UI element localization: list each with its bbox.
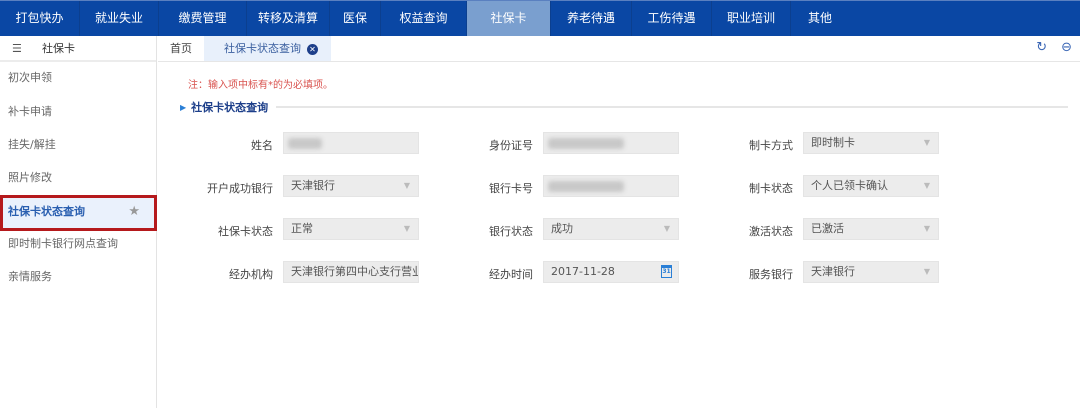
card-field[interactable] (543, 175, 679, 197)
redacted-value (548, 138, 624, 149)
sidebar-item-label: 社保卡状态查询 (8, 205, 85, 218)
time-label: 经办时间 (489, 268, 533, 281)
more-icon[interactable]: ⊖ (1061, 40, 1072, 55)
card-status-value: 个人已领卡确认 (811, 179, 888, 192)
nav-pension[interactable]: 养老待遇 (551, 1, 632, 36)
agency-label: 经办机构 (229, 268, 273, 281)
method-value: 即时制卡 (811, 136, 855, 149)
sidebar-item-status-query[interactable]: 社保卡状态查询 ★ (0, 195, 157, 231)
name-label: 姓名 (251, 139, 273, 152)
nav-transfer[interactable]: 转移及清算 (247, 1, 330, 36)
nav-dabao[interactable]: 打包快办 (0, 1, 80, 36)
calendar-icon[interactable]: 31 (661, 265, 672, 278)
redacted-value (548, 181, 624, 192)
required-note: 注：输入项中标有*的为必填项。 (188, 80, 333, 91)
divider (276, 106, 1068, 108)
card-label: 银行卡号 (489, 182, 533, 195)
refresh-icon[interactable]: ↻ (1036, 40, 1047, 55)
sidebar-item-reissue[interactable]: 补卡申请 (0, 95, 157, 129)
bank-label: 开户成功银行 (207, 182, 273, 195)
method-select[interactable]: 即时制卡 ▼ (803, 132, 939, 154)
bank-value: 天津银行 (291, 179, 335, 192)
id-label: 身份证号 (489, 139, 533, 152)
close-icon[interactable]: ✕ (307, 43, 318, 55)
chevron-down-icon: ▼ (403, 224, 410, 233)
sidebar-item-photo[interactable]: 照片修改 (0, 161, 157, 195)
sidebar-item-first-apply[interactable]: 初次申领 (0, 61, 157, 95)
redacted-value (288, 138, 322, 149)
chevron-down-icon: ▼ (923, 138, 930, 147)
sidebar-item-family[interactable]: 亲情服务 (0, 260, 157, 294)
sidebar-header: ☰ 社保卡 (0, 36, 156, 62)
sidebar: ☰ 社保卡 初次申领 补卡申请 挂失/解挂 照片修改 社保卡状态查询 ★ 即时制… (0, 36, 157, 408)
service-bank-value: 天津银行 (811, 265, 855, 278)
sscard-status-select[interactable]: 正常 ▼ (283, 218, 419, 240)
chevron-down-icon: ▼ (923, 181, 930, 190)
nav-payment[interactable]: 缴费管理 (159, 1, 247, 36)
method-label: 制卡方式 (749, 139, 793, 152)
nav-training[interactable]: 职业培训 (712, 1, 791, 36)
nav-sscard[interactable]: 社保卡 (467, 1, 551, 36)
toolbar: ↻ ⊖ (1036, 40, 1072, 55)
time-field[interactable]: 2017-11-28 31 (543, 261, 679, 283)
service-bank-label: 服务银行 (749, 268, 793, 281)
activate-label: 激活状态 (749, 225, 793, 238)
agency-value: 天津银行第四中心支行营业部 (291, 265, 418, 278)
chevron-down-icon: ▼ (663, 224, 670, 233)
nav-medical[interactable]: 医保 (330, 1, 381, 36)
tab-home[interactable]: 首页 (158, 36, 204, 61)
agency-field[interactable]: 天津银行第四中心支行营业部 (283, 261, 419, 283)
nav-other[interactable]: 其他 (791, 1, 849, 36)
sidebar-item-bank-outlets[interactable]: 即时制卡银行网点查询 (0, 227, 157, 261)
time-value: 2017-11-28 (551, 265, 615, 278)
card-status-select[interactable]: 个人已领卡确认 ▼ (803, 175, 939, 197)
tab-label: 社保卡状态查询 (224, 42, 301, 55)
bank-status-value: 成功 (551, 222, 573, 235)
top-nav: 打包快办 就业失业 缴费管理 转移及清算 医保 权益查询 社保卡 养老待遇 工伤… (0, 0, 1080, 36)
bank-status-label: 银行状态 (489, 225, 533, 238)
nav-employment[interactable]: 就业失业 (80, 1, 159, 36)
sidebar-title: 社保卡 (42, 42, 75, 55)
chevron-down-icon: ▼ (923, 224, 930, 233)
list-icon[interactable]: ☰ (12, 42, 26, 55)
name-field[interactable] (283, 132, 419, 154)
bank-select[interactable]: 天津银行 ▼ (283, 175, 419, 197)
star-icon[interactable]: ★ (128, 198, 140, 226)
activate-value: 已激活 (811, 222, 844, 235)
nav-injury[interactable]: 工伤待遇 (632, 1, 712, 36)
card-status-label: 制卡状态 (749, 182, 793, 195)
bank-status-select[interactable]: 成功 ▼ (543, 218, 679, 240)
chevron-down-icon: ▼ (403, 181, 410, 190)
tab-bar: 首页 社保卡状态查询 ✕ (158, 36, 1080, 62)
triangle-icon: ▶ (180, 102, 187, 112)
nav-rights[interactable]: 权益查询 (381, 1, 467, 36)
section-title: 社保卡状态查询 (191, 101, 269, 114)
section-header: ▶ 社保卡状态查询 (180, 100, 1068, 114)
chevron-down-icon: ▼ (923, 267, 930, 276)
tab-status-query[interactable]: 社保卡状态查询 ✕ (204, 36, 331, 61)
activate-select[interactable]: 已激活 ▼ (803, 218, 939, 240)
sidebar-item-report-loss[interactable]: 挂失/解挂 (0, 128, 157, 162)
service-bank-select[interactable]: 天津银行 ▼ (803, 261, 939, 283)
id-field[interactable] (543, 132, 679, 154)
sscard-status-label: 社保卡状态 (218, 225, 273, 238)
sscard-status-value: 正常 (291, 222, 313, 235)
